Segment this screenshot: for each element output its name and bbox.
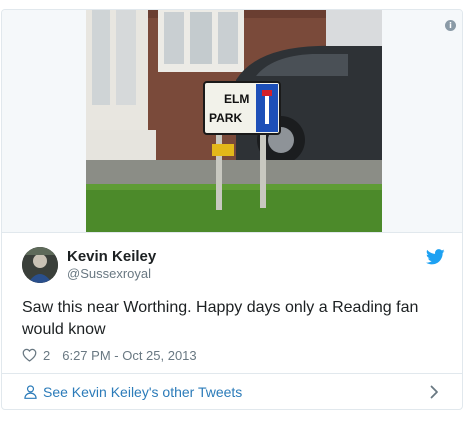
avatar-image xyxy=(22,247,58,283)
twitter-bird-icon[interactable] xyxy=(426,249,445,265)
grass xyxy=(86,184,382,232)
avatar[interactable] xyxy=(22,247,58,283)
photo-scene: ELM PARK xyxy=(86,10,382,232)
tweet-meta: 2 6:27 PM - Oct 25, 2013 xyxy=(22,346,197,364)
tweet-text: Saw this near Worthing. Happy days only … xyxy=(22,299,419,338)
see-other-tweets-link[interactable]: See Kevin Keiley's other Tweets xyxy=(43,384,242,400)
sign-line2: PARK xyxy=(209,111,242,125)
chevron-right-icon[interactable] xyxy=(430,385,439,399)
like-count[interactable]: 2 xyxy=(43,348,50,363)
other-tweets-footer[interactable]: See Kevin Keiley's other Tweets xyxy=(2,374,462,409)
person-icon xyxy=(24,385,37,399)
author-name[interactable]: Kevin Keiley xyxy=(67,248,156,265)
tweet-media[interactable]: ELM PARK i xyxy=(2,10,462,232)
media-divider xyxy=(2,232,462,233)
sign-line1: ELM xyxy=(224,92,249,106)
author-handle[interactable]: @Sussexroyal xyxy=(67,266,151,281)
tweet-photo[interactable]: ELM PARK xyxy=(86,10,382,232)
info-icon[interactable]: i xyxy=(445,20,456,31)
embedded-tweet-card: ELM PARK i Kevin Keiley @Sussexroyal Saw… xyxy=(1,9,463,410)
heart-icon[interactable] xyxy=(22,348,37,362)
tweet-timestamp[interactable]: 6:27 PM - Oct 25, 2013 xyxy=(62,348,196,363)
